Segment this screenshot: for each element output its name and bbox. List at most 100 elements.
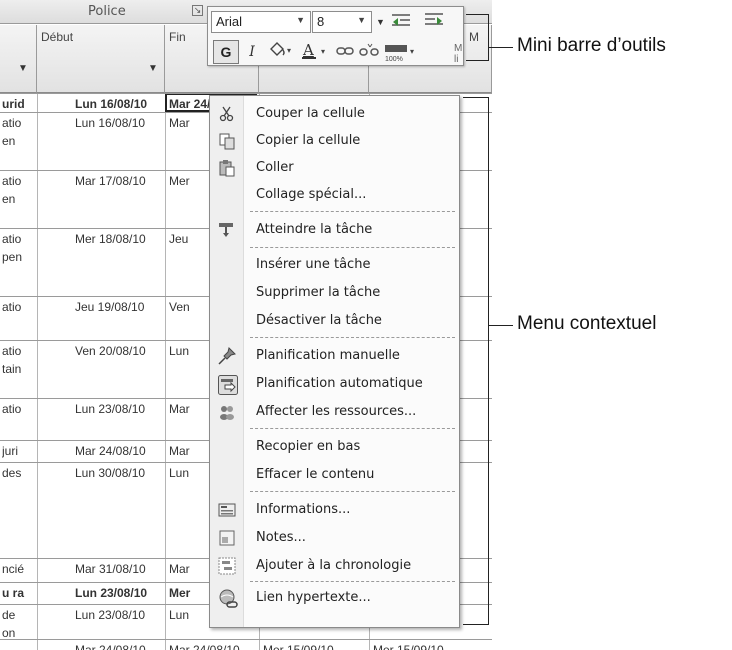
chevron-down-icon[interactable]: ▼ bbox=[357, 15, 366, 25]
italic-button[interactable]: I bbox=[244, 41, 260, 63]
table-cell[interactable]: tain bbox=[2, 362, 36, 376]
column-header-label: Début bbox=[41, 30, 74, 44]
table-cell[interactable]: Mer 15/09/10 bbox=[373, 643, 491, 650]
unlink-button[interactable] bbox=[358, 41, 380, 63]
indent-button[interactable] bbox=[422, 11, 446, 33]
menu-item[interactable]: Coller bbox=[210, 154, 459, 182]
menu-item[interactable]: Effacer le contenu bbox=[210, 461, 459, 489]
menu-item[interactable]: Affecter les ressources... bbox=[210, 398, 459, 426]
table-cell[interactable]: de bbox=[2, 608, 36, 622]
menu-item[interactable]: Atteindre la tâche bbox=[210, 216, 459, 244]
menu-separator bbox=[250, 581, 455, 582]
table-cell[interactable]: Lun 16/08/10 bbox=[75, 116, 163, 130]
table-cell[interactable]: Mer 18/08/10 bbox=[75, 232, 163, 246]
menu-item[interactable]: Collage spécial... bbox=[210, 181, 459, 209]
callout-mini-toolbar: Mini barre d’outils bbox=[517, 35, 666, 56]
table-cell[interactable]: Lun 23/08/10 bbox=[75, 402, 163, 416]
menu-item[interactable]: Couper la cellule bbox=[210, 100, 459, 128]
menu-item-label: Insérer une tâche bbox=[256, 257, 371, 272]
mini-toolbar-leader bbox=[489, 47, 513, 48]
font-name-value: Arial bbox=[216, 14, 243, 29]
table-cell[interactable]: en bbox=[2, 192, 36, 206]
table-cell[interactable]: atio bbox=[2, 116, 36, 130]
scissors-icon bbox=[218, 105, 236, 123]
table-cell[interactable]: Mar 24/08/10 bbox=[169, 643, 257, 650]
fill-color-button[interactable]: ▾ bbox=[266, 41, 296, 63]
table-cell[interactable]: Lun 30/08/10 bbox=[75, 466, 163, 480]
filter-arrow-icon[interactable]: ▼ bbox=[148, 63, 158, 74]
table-cell[interactable]: Mer 15/09/10 bbox=[263, 643, 367, 650]
table-cell[interactable]: Mar 17/08/10 bbox=[75, 174, 163, 188]
table-cell[interactable]: atio bbox=[2, 174, 36, 188]
font-size-box[interactable]: 8 ▼ bbox=[312, 11, 372, 33]
menu-item-label: Coller bbox=[256, 160, 294, 175]
column-header-name[interactable]: ▼ bbox=[0, 25, 37, 93]
indent-icon bbox=[425, 13, 443, 25]
context-menu-leader bbox=[489, 325, 513, 326]
menu-item-label: Supprimer la tâche bbox=[256, 285, 381, 300]
table-cell[interactable]: atio bbox=[2, 402, 36, 416]
progress-button[interactable]: 100% ▾ bbox=[382, 41, 418, 63]
side-label-2: li bbox=[454, 54, 459, 65]
chevron-down-icon: ▼ bbox=[376, 17, 385, 27]
menu-item[interactable]: Copier la cellule bbox=[210, 127, 459, 155]
menu-item-label: Affecter les ressources... bbox=[256, 404, 417, 419]
unlink-icon bbox=[359, 43, 379, 56]
svg-text:▾: ▾ bbox=[410, 47, 414, 56]
filter-arrow-icon[interactable]: ▼ bbox=[18, 63, 28, 74]
menu-item[interactable]: Informations... bbox=[210, 496, 459, 524]
table-cell[interactable]: des bbox=[2, 466, 36, 480]
font-size-value: 8 bbox=[317, 14, 325, 29]
table-cell[interactable]: Mar 31/08/10 bbox=[75, 562, 163, 576]
menu-item-label: Effacer le contenu bbox=[256, 467, 375, 482]
menu-item[interactable]: Recopier en bas bbox=[210, 433, 459, 461]
table-cell[interactable]: ncié bbox=[2, 562, 36, 576]
menu-item[interactable]: Supprimer la tâche bbox=[210, 279, 459, 307]
table-cell[interactable]: atio bbox=[2, 344, 36, 358]
menu-separator bbox=[250, 428, 455, 429]
percent-label: 100% bbox=[385, 56, 403, 63]
menu-item-label: Informations... bbox=[256, 502, 351, 517]
menu-item[interactable]: Insérer une tâche bbox=[210, 251, 459, 279]
table-cell[interactable]: Lun 23/08/10 bbox=[75, 586, 163, 600]
table-cell[interactable]: atio bbox=[2, 232, 36, 246]
information-icon bbox=[218, 501, 236, 519]
table-cell[interactable]: juri bbox=[2, 444, 36, 458]
font-color-button[interactable]: A ▾ bbox=[300, 41, 332, 63]
table-cell[interactable]: u ra bbox=[2, 586, 36, 600]
menu-item[interactable]: Désactiver la tâche bbox=[210, 307, 459, 335]
table-cell[interactable]: urid bbox=[2, 97, 36, 111]
menu-item[interactable]: Notes... bbox=[210, 524, 459, 552]
chevron-down-icon[interactable]: ▼ bbox=[296, 15, 305, 25]
link-button[interactable] bbox=[334, 41, 356, 63]
bold-button[interactable]: G bbox=[213, 40, 239, 64]
table-cell[interactable]: Lun 23/08/10 bbox=[75, 608, 163, 622]
font-name-box[interactable]: Arial ▼ bbox=[211, 11, 311, 33]
table-cell[interactable]: Mar 24/08/10 bbox=[75, 444, 163, 458]
menu-item[interactable]: Lien hypertexte... bbox=[210, 584, 459, 612]
menu-item[interactable]: Planification manuelle bbox=[210, 342, 459, 370]
dialog-launcher-icon[interactable]: ↘ bbox=[192, 5, 203, 16]
table-cell[interactable]: Lun 16/08/10 bbox=[75, 97, 163, 111]
menu-item-label: Atteindre la tâche bbox=[256, 222, 373, 237]
resources-icon bbox=[218, 403, 236, 421]
menu-separator bbox=[250, 337, 455, 338]
percent-complete-icon: 100% ▾ bbox=[385, 45, 414, 63]
context-menu: Couper la cellule Copier la cellule Coller… bbox=[209, 95, 460, 628]
table-cell[interactable]: pen bbox=[2, 250, 36, 264]
table-cell[interactable]: en bbox=[2, 134, 36, 148]
row-divider bbox=[0, 639, 492, 640]
table-cell[interactable]: Ven 20/08/10 bbox=[75, 344, 163, 358]
menu-item[interactable]: Planification automatique bbox=[210, 370, 459, 398]
table-cell[interactable]: on bbox=[2, 626, 36, 640]
menu-item[interactable]: Ajouter à la chronologie bbox=[210, 552, 459, 580]
table-cell[interactable]: Jeu 19/08/10 bbox=[75, 300, 163, 314]
paint-bucket-icon: ▾ bbox=[270, 42, 291, 56]
svg-text:▾: ▾ bbox=[321, 47, 325, 56]
table-cell[interactable]: Mar 24/08/10 bbox=[75, 643, 163, 650]
table-cell[interactable]: atio bbox=[2, 300, 36, 314]
ribbon-group-label: Police bbox=[88, 4, 126, 19]
notes-icon bbox=[218, 529, 236, 547]
column-header-debut[interactable]: Début ▼ bbox=[37, 25, 165, 93]
font-size-dropdown[interactable]: ▼ bbox=[376, 11, 418, 33]
